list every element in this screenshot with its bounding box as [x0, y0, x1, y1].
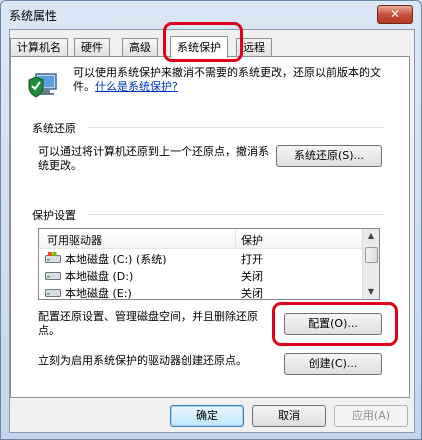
what-is-system-protection-link[interactable]: 什么是系统保护?	[95, 80, 178, 93]
drives-list[interactable]: 可用驱动器 保护 本地磁盘 (C:) (系统) 打开 本地磁盘 (D:) 关闭 …	[38, 228, 380, 300]
apply-button[interactable]: 应用(A)	[334, 405, 408, 427]
drive-row-d[interactable]: 本地磁盘 (D:) 关闭	[39, 266, 363, 283]
drive-protection-status: 关闭	[241, 270, 263, 283]
window-title: 系统属性	[9, 9, 58, 23]
intro-text: 可以使用系统保护来撤消不需要的系统更改，还原以前版本的文件。什么是系统保护?	[73, 66, 393, 94]
tab-hardware[interactable]: 硬件	[74, 38, 110, 57]
ok-button[interactable]: 确定	[170, 405, 244, 427]
drive-row-e[interactable]: 本地磁盘 (E:) 关闭	[39, 283, 363, 300]
tab-system-protection[interactable]: 系统保护	[170, 36, 228, 58]
system-restore-button[interactable]: 系统还原(S)...	[276, 145, 382, 167]
scroll-down-arrow-icon[interactable]: ▼	[363, 285, 379, 299]
protection-settings-group-title: 保护设置	[32, 209, 76, 222]
system-protection-shield-icon	[26, 66, 62, 102]
drive-protection-status: 打开	[241, 253, 263, 266]
system-drive-icon	[45, 252, 61, 263]
drives-list-scrollbar[interactable]: ▲ ▼	[362, 229, 379, 299]
column-separator	[235, 229, 236, 248]
protection-settings-group-line	[88, 214, 384, 215]
configure-description: 配置还原设置、管理磁盘空间，并且删除还原点。	[38, 310, 258, 337]
system-restore-group-line	[88, 127, 384, 128]
drive-name: 本地磁盘 (C:) (系统)	[65, 253, 167, 266]
drive-name: 本地磁盘 (E:)	[65, 287, 132, 300]
create-description: 立刻为启用系统保护的驱动器创建还原点。	[38, 354, 247, 367]
scroll-thumb[interactable]	[365, 247, 378, 263]
close-button[interactable]: ✕	[377, 5, 413, 24]
system-restore-description: 可以通过将计算机还原到上一个还原点，撤消系统更改。	[38, 145, 269, 172]
system-restore-group-title: 系统还原	[32, 122, 76, 135]
drives-list-header: 可用驱动器 保护	[39, 229, 363, 249]
create-button[interactable]: 创建(C)...	[284, 353, 382, 375]
tab-panel	[10, 56, 410, 398]
tab-computer-name[interactable]: 计算机名	[10, 38, 68, 57]
highlight-configure-annotation	[272, 302, 398, 346]
drive-icon	[45, 272, 61, 280]
drive-name: 本地磁盘 (D:)	[65, 270, 134, 283]
drive-protection-status: 关闭	[241, 287, 263, 300]
cancel-button[interactable]: 取消	[252, 405, 326, 427]
column-available-drives[interactable]: 可用驱动器	[47, 232, 102, 248]
tab-advanced[interactable]: 高级	[122, 38, 158, 57]
column-protection[interactable]: 保护	[241, 232, 263, 248]
drive-row-c[interactable]: 本地磁盘 (C:) (系统) 打开	[39, 249, 363, 266]
scroll-up-arrow-icon[interactable]: ▲	[363, 229, 379, 243]
drive-icon	[45, 289, 61, 297]
